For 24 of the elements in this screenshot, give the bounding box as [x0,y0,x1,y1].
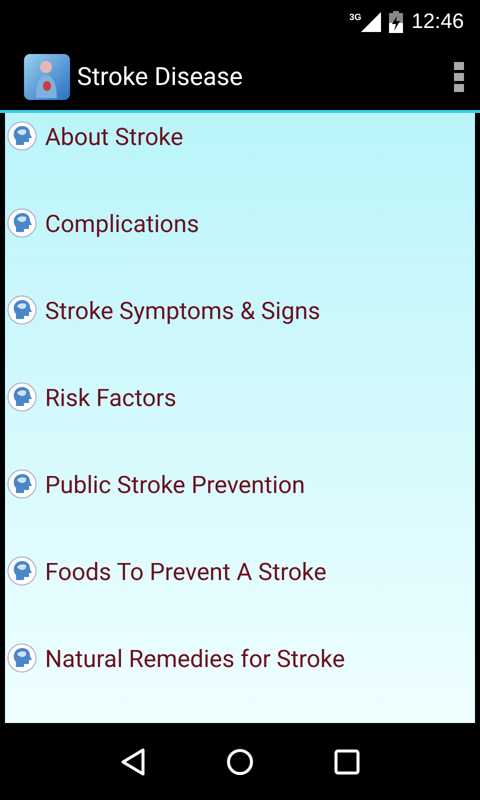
topic-item[interactable]: Stroke Symptoms & Signs [45,293,320,329]
head-icon [7,382,37,412]
head-icon [7,295,37,325]
topic-item[interactable]: Natural Remedies for Stroke [45,641,345,677]
head-icon [7,121,37,151]
overflow-menu-icon[interactable] [454,62,464,92]
topic-item[interactable]: Risk Factors [45,380,176,416]
topic-item[interactable]: About Stroke [45,119,184,155]
recents-icon[interactable] [334,748,360,774]
battery-icon [389,11,404,33]
head-icon [7,208,37,238]
head-icon [7,643,37,673]
home-icon[interactable] [226,748,254,776]
network-label: 3G [349,12,362,22]
topic-item[interactable]: Complications [45,206,200,242]
app-logo-icon [24,54,70,100]
topic-item[interactable]: Public Stroke Prevention [45,467,306,503]
signal-icon [361,12,382,32]
topic-item[interactable]: Foods To Prevent A Stroke [45,554,326,590]
clock-time: 12:46 [411,10,464,34]
head-icon [7,469,37,499]
head-icon [7,556,37,586]
app-title: Stroke Disease [77,62,244,92]
back-icon[interactable] [120,748,146,776]
